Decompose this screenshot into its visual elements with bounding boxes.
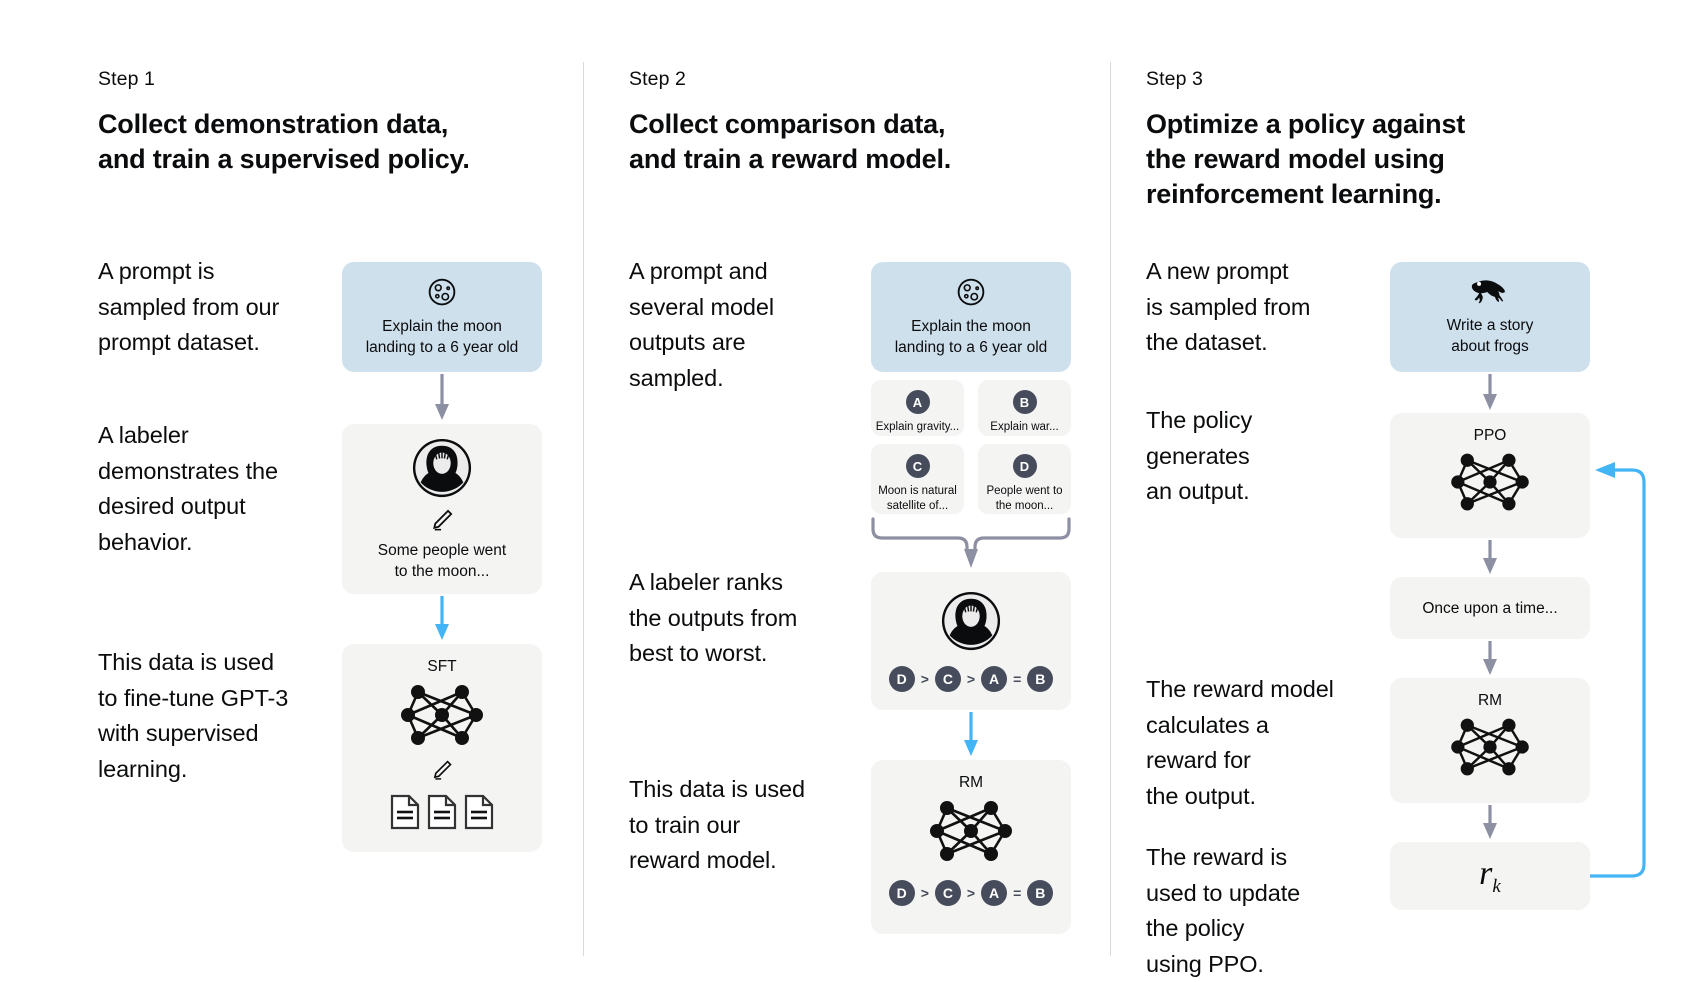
rank-op-2: >: [966, 671, 976, 687]
step-1-column: Step 1 Collect demonstration data, and t…: [0, 0, 584, 978]
ranking-row: D > C > A = B: [888, 666, 1054, 692]
step-3-output-text: Once upon a time...: [1422, 599, 1558, 617]
step-2-column: Step 2 Collect comparison data, and trai…: [584, 0, 1111, 978]
rm-rank-op-1: >: [920, 885, 929, 901]
output-text-d: People went to the moon...: [986, 485, 1063, 512]
neural-network-icon: [396, 678, 488, 752]
step-3-narrative-2: The policy generates an output.: [1146, 407, 1253, 504]
output-badge-b: B: [1012, 390, 1037, 414]
pencil-icon: [430, 758, 454, 782]
rank-op-3: =: [1013, 671, 1022, 687]
documents-icon: [390, 794, 494, 830]
rank-badge-2: C: [934, 666, 961, 692]
step-2-ranking-card[interactable]: D > C > A = B: [871, 572, 1071, 710]
step-3-ppo-card[interactable]: PPO: [1390, 413, 1590, 538]
rank-badge-1: D: [888, 666, 915, 692]
step-1-narrative-2: A labeler demonstrates the desired outpu…: [98, 422, 278, 555]
step-1-sft-card[interactable]: SFT: [342, 644, 542, 852]
output-card-d[interactable]: D People went to the moon...: [978, 444, 1071, 514]
frog-icon: [1470, 278, 1510, 306]
step-2-narrative-3: This data is used to train our reward mo…: [629, 776, 805, 873]
rlhf-diagram: Step 1 Collect demonstration data, and t…: [0, 0, 1708, 978]
step-2-prompt-text: Explain the moon landing to a 6 year old: [894, 317, 1048, 356]
rm-ranking-row: D > C > A = B: [888, 880, 1054, 906]
ppo-model-label: PPO: [1473, 427, 1507, 444]
step-1-narrative-1: A prompt is sampled from our prompt data…: [98, 258, 280, 355]
step-3-narrative-4: The reward is used to update the policy …: [1146, 844, 1301, 977]
moon-icon: [427, 277, 457, 307]
step-3-column: Step 3 Optimize a policy against the rew…: [1111, 0, 1708, 978]
output-badge-a: A: [905, 390, 930, 414]
output-card-a[interactable]: A Explain gravity...: [871, 380, 964, 436]
neural-network-icon: [1446, 447, 1534, 517]
step-2-narrative-1: A prompt and several model outputs are s…: [629, 258, 774, 391]
step-2-narrative-2: A labeler ranks the outputs from best to…: [629, 569, 798, 666]
neural-network-icon: [1446, 712, 1534, 782]
step-3-narrative-3: The reward model calculates a reward for…: [1146, 676, 1334, 809]
step-2-prompt-card[interactable]: Explain the moon landing to a 6 year old: [871, 262, 1071, 372]
step-2-title: Collect comparison data, and train a rew…: [629, 109, 952, 174]
rm-rank-badge-1: D: [888, 880, 915, 906]
output-text-b: Explain war...: [990, 421, 1059, 433]
rm-rank-op-2: >: [966, 885, 976, 901]
step-3-prompt-card[interactable]: Write a story about frogs: [1390, 262, 1590, 372]
step-1-prompt-text: Explain the moon landing to a 6 year old: [365, 317, 519, 356]
step-1-label: Step 1: [98, 68, 155, 90]
step-3-output-card[interactable]: Once upon a time...: [1390, 577, 1590, 639]
output-text-c: Moon is natural satellite of...: [878, 485, 957, 512]
rm-rank-badge-3: A: [981, 880, 1008, 906]
neural-network-icon: [925, 794, 1017, 868]
step-2-label: Step 2: [629, 68, 686, 90]
step-1-demonstration-card[interactable]: Some people went to the moon...: [342, 424, 542, 594]
step-1-demonstration-text: Some people went to the moon...: [377, 541, 507, 580]
step-3-reward-card[interactable]: rk: [1390, 842, 1590, 910]
rm-rank-badge-2: C: [934, 880, 961, 906]
moon-icon: [956, 277, 986, 307]
rm-rank-badge-4: B: [1027, 880, 1054, 906]
output-badge-c: C: [905, 454, 930, 478]
output-card-c[interactable]: C Moon is natural satellite of...: [871, 444, 964, 514]
step-3-prompt-text: Write a story about frogs: [1446, 316, 1534, 355]
step-3-label: Step 3: [1146, 68, 1203, 90]
step-3-rm-label: RM: [1477, 692, 1503, 709]
rank-badge-4: B: [1027, 666, 1054, 692]
rank-op-1: >: [920, 671, 929, 687]
reward-symbol: rk: [1479, 854, 1501, 897]
step-1-title: Collect demonstration data, and train a …: [98, 109, 470, 174]
step-3-reward-model-card[interactable]: RM: [1390, 678, 1590, 803]
pencil-icon: [429, 507, 455, 533]
step-1-narrative-3: This data is used to fine-tune GPT-3 wit…: [98, 649, 289, 782]
step-3-title: Optimize a policy against the reward mod…: [1146, 109, 1466, 209]
step-2-reward-model-card[interactable]: RM D > C > A = B: [871, 760, 1071, 934]
step-1-prompt-card[interactable]: Explain the moon landing to a 6 year old: [342, 262, 542, 372]
labeler-avatar-icon: [940, 590, 1002, 652]
output-card-b[interactable]: B Explain war...: [978, 380, 1071, 436]
output-badge-d: D: [1012, 454, 1037, 478]
step-3-narrative-1: A new prompt is sampled from the dataset…: [1146, 258, 1311, 355]
output-text-a: Explain gravity...: [875, 421, 960, 433]
sft-model-label: SFT: [427, 658, 457, 675]
rm-rank-op-3: =: [1013, 885, 1022, 901]
rank-badge-3: A: [981, 666, 1008, 692]
rm-model-label: RM: [958, 774, 984, 791]
labeler-avatar-icon: [411, 437, 473, 499]
